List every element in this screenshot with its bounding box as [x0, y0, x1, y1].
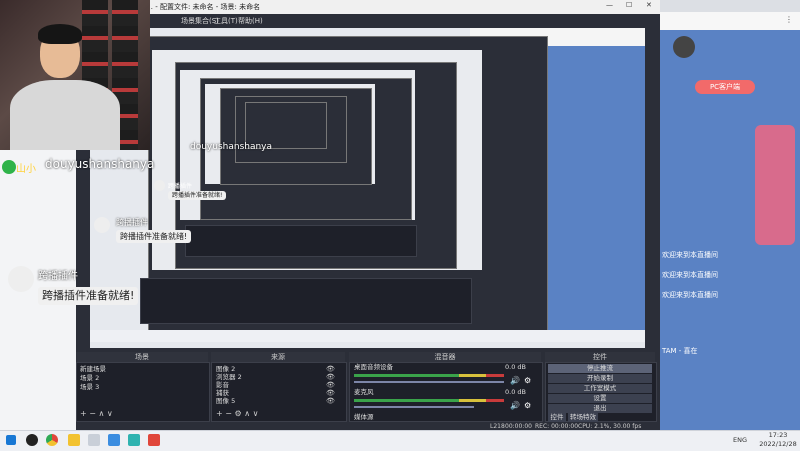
settings-button[interactable]: 设置 [548, 394, 652, 403]
person-body [10, 80, 120, 150]
status-cpu: CPU: 2.1%, 30.00 fps [578, 423, 642, 430]
promo-card[interactable] [755, 125, 795, 245]
visibility-icon[interactable]: 👁 👁 👁 👁 👁 [326, 365, 335, 405]
plugin-ready-message: 跨播插件准备就绪! [168, 191, 227, 200]
close-icon[interactable]: ✕ [646, 1, 652, 9]
browser-page: PC客户端 [655, 30, 800, 430]
window-title: … - 配置文件: 未命名 - 场景: 未命名 [146, 3, 261, 11]
plugin-avatar [94, 217, 110, 233]
exit-button[interactable]: 退出 [548, 404, 652, 413]
plugin-ready-message: 跨播插件准备就绪! [38, 287, 139, 305]
obs-titlebar: … - 配置文件: 未命名 - 场景: 未命名 — ☐ ✕ [76, 0, 660, 14]
app-taskbar-icon[interactable] [128, 434, 140, 446]
chat-message: 欢迎来到本直播间 [662, 251, 718, 259]
scene-item[interactable]: 新建场景 [80, 365, 204, 374]
scene-controls[interactable]: + − ∧ ∨ [80, 409, 113, 418]
clock[interactable]: 17:23 2022/12/28 [758, 431, 798, 449]
windows-taskbar [0, 430, 800, 451]
gear-icon[interactable]: ⚙ [524, 401, 531, 410]
menu-item-tools[interactable]: 工具(T) [214, 16, 238, 26]
chat-message: TAM - 喜在 [662, 347, 698, 355]
volume-slider[interactable] [354, 381, 504, 383]
menu-item-help[interactable]: 帮助(H) [238, 16, 263, 26]
windows-start-icon[interactable] [6, 435, 16, 445]
brand-logo-icon [2, 160, 16, 174]
chat-message: 欢迎来到本直播间 [662, 291, 718, 299]
app-taskbar-icon[interactable] [148, 434, 160, 446]
plugin-avatar [154, 180, 165, 191]
username-large: douyushanshanya [45, 157, 155, 171]
browser-menu-icon[interactable]: ⋮ [785, 16, 793, 24]
app-taskbar-icon[interactable] [88, 434, 100, 446]
plugin-avatar [8, 266, 34, 292]
webcam-feed [0, 0, 150, 150]
status-rec-time: REC: 00:00:00 [535, 423, 579, 430]
volume-slider[interactable] [354, 406, 474, 408]
speaker-icon[interactable]: 🔊 [510, 376, 520, 385]
scene-item[interactable]: 场景 2 [80, 374, 204, 383]
stop-streaming-button[interactable]: 停止推流 [548, 364, 652, 373]
mixer-channel-name: 媒体源 [354, 413, 374, 421]
tab-transitions[interactable]: 转场特效 [568, 413, 598, 422]
avatar[interactable] [673, 36, 695, 58]
sources-dock-title: 来源 [211, 352, 345, 362]
chat-message: 欢迎来到本直播间 [662, 271, 718, 279]
browser-tab-strip[interactable] [655, 0, 800, 12]
browser-toolbar: ⋮ [655, 12, 800, 31]
speaker-icon[interactable]: 🔊 [510, 401, 520, 410]
mirror-docks-level-2 [185, 225, 417, 257]
maximize-icon[interactable]: ☐ [626, 1, 632, 9]
clock-date: 2022/12/28 [759, 440, 797, 448]
app-taskbar-icon[interactable] [68, 434, 80, 446]
mixer-channel-db: 0.0 dB [505, 363, 526, 371]
mirror-taskbar [90, 330, 645, 342]
plugin-name: 跨播插件 [168, 183, 193, 190]
app-taskbar-icon[interactable] [108, 434, 120, 446]
mixer-dock-title: 混音器 [349, 352, 541, 362]
studio-mode-button[interactable]: 工作室模式 [548, 384, 652, 393]
scenes-dock-title: 场景 [76, 352, 208, 362]
controls-dock-title: 控件 [545, 352, 655, 362]
source-controls[interactable]: + − ⚙ ∧ ∨ [216, 409, 258, 418]
obs-menubar: 场景集合(S) 工具(T) 帮助(H) [76, 14, 660, 26]
mixer-channel-name: 麦克风 [354, 388, 374, 396]
person-hair [38, 24, 82, 44]
start-recording-button[interactable]: 开始录制 [548, 374, 652, 383]
pc-client-button[interactable]: PC客户端 [695, 80, 755, 94]
plugin-name: 跨播插件 [116, 218, 148, 227]
audio-meter [354, 399, 504, 402]
brand-text: 山小 [16, 164, 36, 175]
audio-meter [354, 374, 504, 377]
clock-time: 17:23 [768, 431, 788, 439]
chrome-taskbar-icon[interactable] [46, 434, 58, 446]
obs-taskbar-icon[interactable] [26, 434, 38, 446]
plugin-ready-message: 跨播插件准备就绪! [116, 230, 192, 243]
status-live-time: 00:00:00 [505, 423, 532, 430]
status-lost-frames: L218 [490, 423, 505, 430]
username-small: douyushanshanya [190, 142, 273, 152]
input-language[interactable]: ENG [733, 436, 747, 444]
source-item[interactable]: 图像 5 [216, 397, 316, 406]
scene-item[interactable]: 场景 3 [80, 383, 204, 392]
plugin-name: 跨播插件 [38, 271, 78, 282]
tab-controls[interactable]: 控件 [548, 413, 566, 422]
minimize-icon[interactable]: — [606, 1, 613, 9]
gear-icon[interactable]: ⚙ [524, 376, 531, 385]
mixer-channel-db: 0.0 dB [505, 388, 526, 396]
mirror-docks-level-1 [140, 278, 472, 324]
mixer-channel-name: 桌面音频设备 [354, 363, 393, 371]
